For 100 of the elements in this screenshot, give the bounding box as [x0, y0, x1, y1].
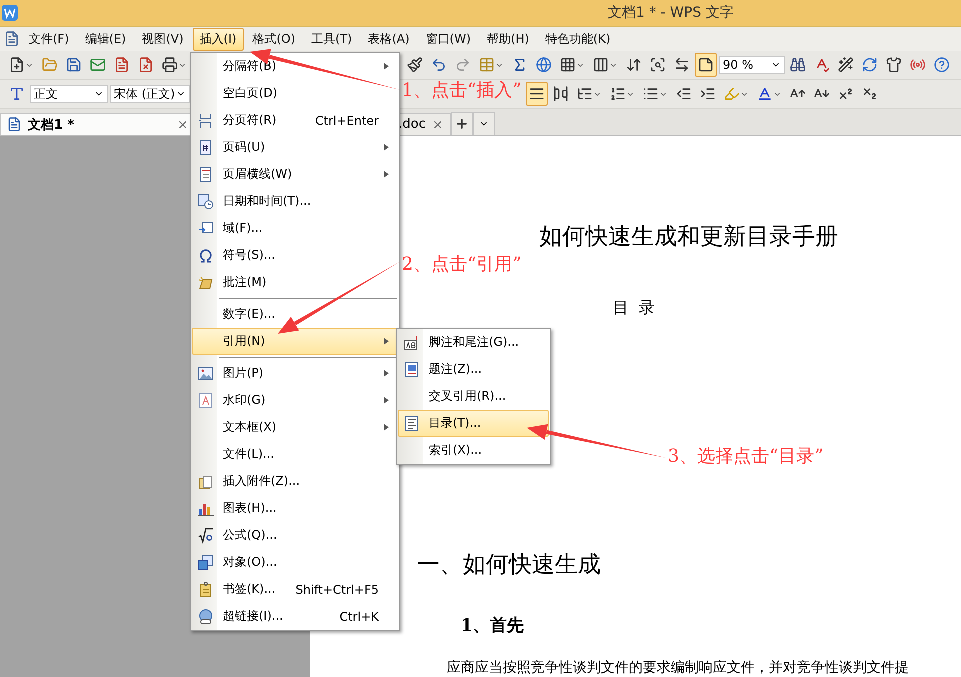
footnote-icon [404, 334, 420, 350]
numbered-list-icon [610, 86, 626, 102]
menu-item[interactable]: 公式(Q)... [192, 522, 398, 549]
font-field[interactable]: 宋体 (正文) [110, 85, 190, 103]
paintbrush-icon [407, 57, 423, 73]
menu-item[interactable]: 目录(T)... [398, 410, 549, 437]
comment-icon [198, 274, 214, 290]
close-document-icon [138, 57, 154, 73]
printer-icon [162, 57, 178, 73]
menu-item[interactable]: 插入附件(Z)... [192, 468, 398, 495]
shirt-icon [886, 57, 902, 73]
field-icon [198, 220, 214, 236]
outdent-icon [676, 86, 692, 102]
menu-item[interactable]: 文件(L)... [192, 441, 398, 468]
menu-item[interactable]: 超链接(I)... Ctrl+K [192, 603, 398, 630]
plus-icon [455, 117, 469, 131]
broadcast-icon [910, 57, 926, 73]
picture-icon [198, 366, 214, 382]
menu-item[interactable]: 文件(F) [22, 28, 76, 50]
page-break-icon [198, 112, 214, 128]
table-of-contents-icon [404, 416, 420, 432]
shortcut-text: Ctrl+K [340, 610, 380, 624]
document-title: 如何快速生成和更新目录手册 [540, 224, 838, 250]
indent-icon [700, 86, 716, 102]
calendar-clock-icon [198, 194, 214, 210]
menu-item[interactable]: 帮助(H) [480, 28, 536, 50]
body-text: 应商应当按照竞争性谈判文件的要求编制响应文件，并对竞争性谈判文件提 [447, 659, 909, 677]
menu-item[interactable]: 日期和时间(T)... [192, 188, 398, 215]
page-number-icon [198, 140, 214, 156]
menu-item[interactable]: 空白页(D) [192, 80, 398, 107]
help-icon [934, 57, 950, 73]
menu-item[interactable]: 工具(T) [304, 28, 360, 50]
shortcut-text: Shift+Ctrl+F5 [296, 582, 380, 596]
toolbar-button[interactable] [526, 82, 548, 106]
annotation-text: 1、点击“插入” [402, 80, 522, 102]
menu-item[interactable]: 页眉横线(W) [192, 161, 398, 188]
menu-item[interactable]: 数字(E)... [192, 301, 398, 328]
close-icon[interactable] [432, 118, 444, 130]
new-tab-button[interactable] [451, 112, 473, 135]
menu-item[interactable]: 页码(U) [192, 134, 398, 161]
grid-icon [560, 57, 576, 73]
font-color-icon [757, 86, 773, 102]
line-spacing-icon [577, 86, 593, 102]
columns-icon [593, 57, 609, 73]
menu-item[interactable]: 特色功能(K) [538, 28, 618, 50]
menu-item[interactable]: 插入(I) [192, 28, 244, 50]
wand-icon [838, 57, 854, 73]
highlighter-icon [724, 86, 740, 102]
menu-item[interactable]: 视图(V) [135, 28, 191, 50]
shortcut-text: Ctrl+Enter [315, 114, 380, 128]
undo-icon [431, 57, 447, 73]
menu-item[interactable]: 域(F)... [192, 215, 398, 242]
document-icon [114, 57, 130, 73]
toc-heading: 目 录 [612, 298, 656, 319]
redo-icon [455, 57, 471, 73]
arrows-icon [626, 57, 642, 73]
menu-item[interactable]: 图片(P) [192, 360, 398, 387]
menu-item[interactable]: 对象(O)... [192, 549, 398, 576]
watermark-icon [198, 392, 214, 408]
style-icon [9, 86, 25, 102]
menu-item[interactable]: 题注(Z)... [398, 356, 549, 383]
window-title: 文档1 * - WPS 文字 [608, 4, 734, 22]
refresh-icon [862, 57, 878, 73]
menu-item[interactable]: 编辑(E) [78, 28, 134, 50]
menu-item[interactable]: 水印(G) [192, 387, 398, 414]
globe-icon [536, 57, 552, 73]
menu-item[interactable]: 符号(S)... [192, 242, 398, 269]
section-heading: 一、如何快速生成 [417, 551, 601, 580]
mail-icon [90, 57, 106, 73]
style-field[interactable]: 正文 [30, 85, 108, 103]
justify-icon [529, 86, 545, 102]
menu-item[interactable]: 表格(A) [361, 28, 417, 50]
menu-item[interactable]: 脚注和尾注(G)... [398, 329, 549, 356]
app-logo-icon [2, 5, 18, 21]
menu-item[interactable]: 图表(H)... [192, 495, 398, 522]
toolbar-button[interactable] [695, 53, 717, 77]
menu-item[interactable]: 批注(M) [192, 269, 398, 296]
omega-icon [198, 248, 214, 264]
menu-item[interactable]: 索引(X)... [398, 437, 549, 464]
preview-icon [650, 57, 666, 73]
zoom-field[interactable]: 90 % [719, 56, 785, 74]
save-icon [66, 57, 82, 73]
menu-item[interactable]: 文本框(X) [192, 414, 398, 441]
distribute-icon [553, 86, 569, 102]
menu-item[interactable]: 窗口(W) [418, 28, 478, 50]
menu-item[interactable]: 交叉引用(R)... [398, 383, 549, 410]
square-root-icon [198, 528, 214, 544]
document-icon [7, 117, 22, 132]
close-icon[interactable] [177, 118, 189, 130]
bullet-list-icon [643, 86, 659, 102]
swap-icon [674, 57, 690, 73]
table-icon [479, 57, 495, 73]
attachment-icon [198, 474, 214, 490]
menu-item[interactable]: 引用(N) [192, 328, 398, 355]
annotation-text: 3、选择点击“目录” [668, 446, 824, 468]
subscript-icon [862, 86, 878, 102]
menu-item[interactable]: 格式(O) [246, 28, 303, 50]
menu-item[interactable]: 书签(K)... Shift+Ctrl+F5 [192, 576, 398, 603]
page-icon [698, 57, 714, 73]
document-icon [4, 31, 20, 47]
